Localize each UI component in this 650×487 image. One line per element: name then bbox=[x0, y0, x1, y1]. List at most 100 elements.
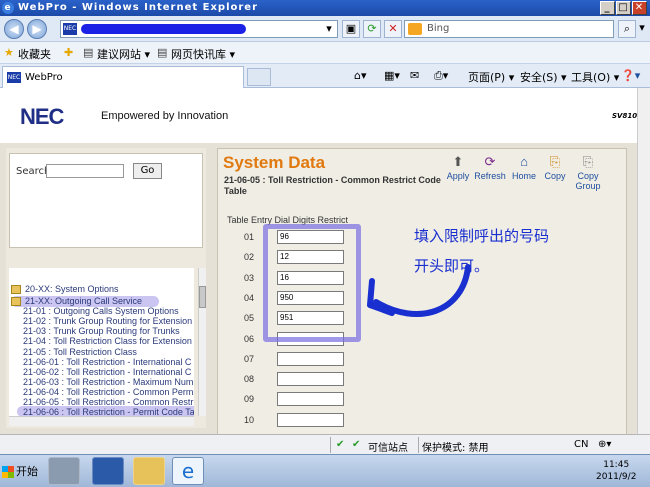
copy-group-icon: ⎘ bbox=[582, 154, 594, 169]
tree-item[interactable]: 20-XX: System Options bbox=[25, 284, 119, 294]
refresh-icon[interactable]: ⟳ bbox=[363, 20, 381, 38]
nec-tagline: Empowered by Innovation bbox=[101, 110, 229, 122]
copy-label: Copy bbox=[544, 171, 566, 181]
go-button[interactable]: Go bbox=[133, 163, 162, 179]
server-manager-icon[interactable] bbox=[48, 457, 80, 485]
suggested-sites-link[interactable]: 建议网站 ▾ bbox=[97, 46, 150, 62]
window-title: WebPro - Windows Internet Explorer bbox=[18, 2, 259, 13]
tree-horizontal-scrollbar[interactable] bbox=[9, 416, 194, 426]
read-mail-icon[interactable]: ✉ bbox=[410, 69, 419, 82]
close-button[interactable]: ✕ bbox=[632, 1, 647, 15]
zone-check-icon: ✔ bbox=[336, 439, 345, 450]
internet-explorer-icon[interactable]: e bbox=[172, 457, 204, 485]
feeds-icon[interactable]: ▦▾ bbox=[384, 69, 400, 82]
maximize-button[interactable]: □ bbox=[616, 1, 631, 15]
sidebar-panel: Search Go 20-XX: System Options 21-XX: O… bbox=[6, 148, 206, 428]
suggested-sites-icon: ▤ bbox=[83, 46, 94, 59]
tree-item[interactable]: 21-XX: Outgoing Call Service bbox=[25, 296, 142, 306]
table-entry-number: 05 bbox=[244, 313, 255, 323]
nec-logo: NEC bbox=[20, 104, 64, 129]
tree-item[interactable]: 21-06-03 : Toll Restriction - Maximum Nu… bbox=[23, 377, 194, 387]
search-placeholder: Bing bbox=[427, 23, 450, 34]
clock[interactable]: 11:45 2011/9/2 bbox=[596, 459, 636, 483]
window-title-bar: e WebPro - Windows Internet Explorer _ □… bbox=[0, 0, 650, 16]
tree-item[interactable]: 21-06-01 : Toll Restriction - Internatio… bbox=[23, 357, 191, 367]
help-icon[interactable]: ❓▾ bbox=[621, 69, 640, 82]
tree-item[interactable]: 21-01 : Outgoing Calls System Options bbox=[23, 306, 179, 316]
refresh-icon: ⟳ bbox=[484, 154, 496, 169]
start-button[interactable]: 开始 bbox=[2, 461, 42, 483]
refresh-label: Refresh bbox=[474, 171, 506, 181]
web-slice-gallery-link[interactable]: 网页快讯库 ▾ bbox=[171, 46, 235, 62]
tree-item[interactable]: 21-03 : Trunk Group Routing for Trunks bbox=[23, 326, 180, 336]
compat-view-icon[interactable]: ▣ bbox=[342, 20, 360, 38]
explorer-icon[interactable] bbox=[133, 457, 165, 485]
bing-icon bbox=[408, 23, 422, 35]
dial-digits-input[interactable] bbox=[277, 372, 344, 386]
tab-favicon: NEC bbox=[7, 72, 21, 83]
copy-group-label: Copy Group bbox=[575, 171, 601, 191]
address-dropdown-icon[interactable]: ▾ bbox=[322, 21, 336, 37]
tools-menu[interactable]: 工具(O) ▾ bbox=[571, 69, 619, 85]
home-icon: ⌂ bbox=[520, 154, 528, 169]
tree-item[interactable]: 21-04 : Toll Restriction Class for Exten… bbox=[23, 336, 192, 346]
stop-icon[interactable]: ✕ bbox=[384, 20, 402, 38]
system-data-panel: System Data 21-06-05 : Toll Restriction … bbox=[217, 148, 627, 434]
add-favorite-icon[interactable]: ✚ bbox=[64, 46, 73, 59]
page-menu[interactable]: 页面(P) ▾ bbox=[468, 69, 514, 85]
sidebar-search-input[interactable] bbox=[46, 164, 124, 178]
status-separator bbox=[418, 437, 419, 453]
page-scrollbar[interactable] bbox=[637, 88, 650, 434]
favorites-star-icon[interactable]: ★ bbox=[4, 46, 14, 59]
safety-menu[interactable]: 安全(S) ▾ bbox=[520, 69, 567, 85]
minimize-button[interactable]: _ bbox=[600, 1, 615, 15]
powershell-icon[interactable] bbox=[92, 457, 124, 485]
apply-button[interactable]: ⬆ Apply bbox=[442, 155, 474, 182]
folder-icon bbox=[11, 285, 21, 294]
copy-button[interactable]: ⎘ Copy bbox=[539, 155, 571, 182]
windows-flag-icon bbox=[2, 466, 14, 478]
tree-item[interactable]: 21-06-05 : Toll Restriction - Common Res… bbox=[23, 397, 194, 407]
redacted-url bbox=[81, 24, 246, 34]
tree-scrollbar[interactable] bbox=[198, 268, 206, 416]
search-bar[interactable]: Bing bbox=[404, 20, 614, 38]
table-entry-number: 02 bbox=[244, 252, 255, 262]
copy-group-button[interactable]: ⎘ Copy Group bbox=[571, 154, 605, 192]
home-cmd-icon[interactable]: ⌂▾ bbox=[354, 69, 367, 82]
dial-digits-input[interactable] bbox=[277, 413, 344, 427]
favorites-button[interactable]: 收藏夹 bbox=[18, 46, 51, 62]
tree-item[interactable]: 21-06-02 : Toll Restriction - Internatio… bbox=[23, 367, 191, 377]
ie-icon: e bbox=[2, 2, 14, 14]
dial-digits-input[interactable] bbox=[277, 352, 344, 366]
page-content: NEC Empowered by Innovation SV8100 Searc… bbox=[0, 88, 637, 434]
home-button[interactable]: ⌂ Home bbox=[508, 154, 540, 182]
highlight-box bbox=[263, 224, 361, 342]
folder-open-icon bbox=[11, 297, 21, 306]
tree-item[interactable]: 21-05 : Toll Restriction Class bbox=[23, 347, 137, 357]
tree-item[interactable]: 21-06-06 : Toll Restriction - Permit Cod… bbox=[23, 407, 194, 416]
search-dropdown-icon[interactable]: ▾ bbox=[636, 20, 648, 38]
status-separator bbox=[330, 437, 331, 453]
table-entry-number: 01 bbox=[244, 232, 255, 242]
search-icon[interactable]: ⌕ bbox=[618, 20, 636, 38]
language-indicator[interactable]: CN bbox=[574, 439, 588, 450]
taskbar: 开始 e 11:45 2011/9/2 bbox=[0, 454, 650, 487]
web-slice-icon: ▤ bbox=[157, 46, 168, 59]
refresh-button[interactable]: ⟳ Refresh bbox=[474, 154, 506, 182]
site-favicon: NEC bbox=[63, 23, 77, 35]
address-bar[interactable]: NEC bbox=[60, 20, 338, 38]
new-tab-button[interactable] bbox=[247, 68, 271, 86]
zoom-icon[interactable]: ⊕▾ bbox=[598, 439, 611, 450]
tree-scroll-thumb[interactable] bbox=[199, 286, 206, 308]
forward-button[interactable]: ▶ bbox=[27, 19, 47, 39]
back-button[interactable]: ◀ bbox=[4, 19, 24, 39]
tree-item[interactable]: 21-02 : Trunk Group Routing for Extensio… bbox=[23, 316, 192, 326]
table-entry-number: 08 bbox=[244, 374, 255, 384]
address-row: ◀ ▶ NEC ▾ ▣ ⟳ ✕ Bing ⌕ ▾ bbox=[0, 16, 650, 42]
print-icon[interactable]: ⎙▾ bbox=[434, 69, 448, 83]
tab-webpro[interactable]: NEC WebPro bbox=[2, 66, 244, 88]
tab-label: WebPro bbox=[25, 72, 63, 83]
dial-digits-input[interactable] bbox=[277, 392, 344, 406]
tree-item[interactable]: 21-06-04 : Toll Restriction - Common Per… bbox=[23, 387, 194, 397]
annotation-arrow bbox=[367, 264, 471, 318]
